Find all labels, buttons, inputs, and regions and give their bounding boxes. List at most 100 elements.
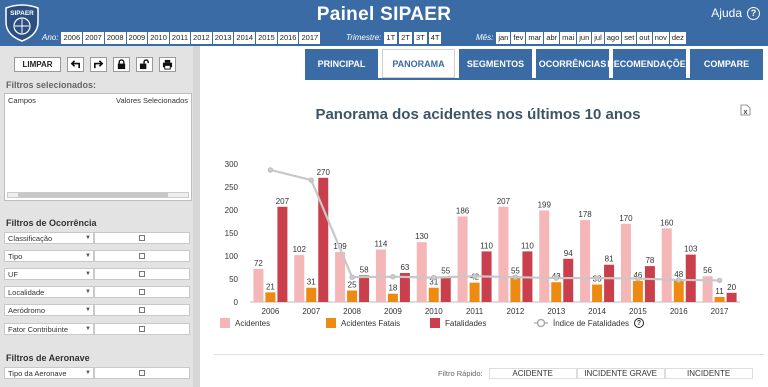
- filter-checkbox[interactable]: [139, 326, 145, 332]
- bar-fatalidades: [685, 254, 696, 302]
- year-chip[interactable]: 2011: [169, 31, 191, 44]
- data-label: 103: [684, 245, 698, 254]
- year-chip[interactable]: 2015: [256, 31, 277, 44]
- year-chip[interactable]: 2006: [61, 31, 83, 44]
- bar-acidentes: [620, 223, 631, 302]
- export-excel-icon[interactable]: [740, 104, 751, 116]
- quarter-chip[interactable]: 4T: [428, 31, 442, 44]
- legend-swatch: [326, 318, 336, 328]
- filter-fator-contribuinte[interactable]: Fator Contribuinte ▼: [4, 323, 190, 335]
- year-filter: Ano: 2006 2007 2008 2009 2010 2011 2012 …: [42, 31, 321, 44]
- month-chip[interactable]: set: [622, 31, 637, 44]
- quick-filter-incidente[interactable]: INCIDENTE: [664, 368, 753, 379]
- month-chip[interactable]: nov: [652, 31, 669, 44]
- legend-line-marker: [534, 318, 548, 328]
- month-chip[interactable]: jul: [592, 31, 604, 44]
- filter-checkbox[interactable]: [139, 307, 145, 313]
- forward-icon[interactable]: [90, 57, 107, 72]
- data-label: 55: [441, 267, 450, 276]
- year-chip[interactable]: 2012: [191, 31, 212, 44]
- back-icon[interactable]: [67, 57, 84, 72]
- tab-segmentos[interactable]: SEGMENTOS: [459, 49, 532, 78]
- bar-acidentes: [498, 206, 509, 302]
- year-chip[interactable]: 2017: [299, 31, 321, 44]
- month-chip[interactable]: jan: [496, 31, 511, 44]
- legend-acidentes[interactable]: Acidentes: [220, 318, 270, 328]
- quick-filter-acidente[interactable]: ACIDENTE: [488, 368, 577, 379]
- filter-aerodromo[interactable]: Aeródromo ▼: [4, 304, 190, 316]
- month-chip[interactable]: abr: [544, 31, 560, 44]
- indice-point: [471, 273, 478, 279]
- unlock-icon[interactable]: [136, 57, 153, 72]
- tab-ocorrencias[interactable]: OCORRÊNCIAS: [536, 49, 609, 78]
- filter-tipo-aeronave[interactable]: Tipo da Aeronave ▼: [4, 367, 190, 379]
- bar-fatalidades: [440, 276, 451, 302]
- month-chip[interactable]: ago: [604, 31, 622, 44]
- data-label: 78: [645, 256, 654, 265]
- year-chip[interactable]: 2009: [126, 31, 148, 44]
- filter-localidade[interactable]: Localidade ▼: [4, 286, 190, 298]
- help-link[interactable]: Ajuda ?: [711, 6, 760, 20]
- filter-checkbox[interactable]: [139, 289, 145, 295]
- filter-checkbox[interactable]: [139, 370, 145, 376]
- clear-button[interactable]: LIMPAR: [14, 57, 61, 72]
- filter-classificacao[interactable]: Classificação ▼: [4, 232, 190, 244]
- print-icon[interactable]: [159, 57, 176, 72]
- year-chip[interactable]: 2008: [104, 31, 126, 44]
- quarter-chip[interactable]: 2T: [399, 31, 412, 44]
- month-chip[interactable]: fev: [511, 31, 526, 44]
- bar-fatalidades: [563, 258, 574, 302]
- data-label: 72: [254, 259, 263, 268]
- data-label: 207: [497, 197, 511, 206]
- month-chip[interactable]: jun: [577, 31, 592, 44]
- bar-acidentes: [661, 228, 672, 302]
- month-chip[interactable]: mai: [560, 31, 577, 44]
- horizontal-scrollbar[interactable]: [7, 192, 189, 198]
- month-chip[interactable]: mar: [526, 31, 544, 44]
- legend-indice-fatalidades[interactable]: Índice de Fatalidades ?: [534, 318, 645, 328]
- year-chip[interactable]: 2016: [277, 31, 299, 44]
- data-label: 178: [578, 210, 592, 219]
- year-chip[interactable]: 2007: [83, 31, 104, 44]
- quick-filter-incidente-grave[interactable]: INCIDENTE GRAVE: [576, 368, 665, 379]
- legend-acidentes-fatais[interactable]: Acidentes Fatais: [326, 318, 400, 328]
- year-chip[interactable]: 2013: [212, 31, 234, 44]
- indice-point: [716, 277, 723, 284]
- quarter-chip[interactable]: 3T: [413, 31, 427, 44]
- tab-principal[interactable]: PRINCIPAL: [305, 49, 378, 78]
- quarter-label: Trimestre:: [346, 33, 382, 42]
- caret-down-icon: ▼: [85, 253, 91, 259]
- caret-down-icon: ▼: [85, 235, 91, 241]
- quarter-filter: Trimestre: 1T 2T 3T 4T: [346, 31, 443, 44]
- year-chip[interactable]: 2014: [234, 31, 256, 44]
- year-label: Ano:: [42, 33, 59, 42]
- app-title: Painel SIPAER: [316, 4, 452, 25]
- month-chip[interactable]: dez: [669, 31, 686, 44]
- tab-panorama[interactable]: PANORAMA: [382, 49, 455, 78]
- y-tick-label: 150: [225, 229, 239, 238]
- filter-checkbox[interactable]: [139, 271, 145, 277]
- y-tick-label: 200: [225, 206, 239, 215]
- info-icon[interactable]: ?: [634, 318, 645, 328]
- indice-point: [594, 275, 600, 281]
- x-tick-label: 2014: [588, 307, 606, 316]
- year-chip[interactable]: 2010: [148, 31, 169, 44]
- data-label: 110: [521, 241, 534, 250]
- filter-uf[interactable]: UF ▼: [4, 268, 190, 280]
- filter-checkbox[interactable]: [139, 253, 145, 259]
- filter-label: Fator Contribuinte: [8, 324, 69, 334]
- tab-recomendacoes[interactable]: RECOMENDAÇÕES: [607, 49, 692, 78]
- legend-fatalidades[interactable]: Fatalidades: [430, 318, 486, 328]
- quarter-chip[interactable]: 1T: [384, 31, 398, 44]
- bar-fatais: [469, 282, 480, 302]
- data-label: 25: [348, 281, 357, 290]
- bar-fatais: [673, 279, 684, 302]
- indice-point: [349, 274, 355, 280]
- filter-checkbox[interactable]: [139, 235, 145, 241]
- month-chip[interactable]: out: [637, 31, 652, 44]
- tab-compare[interactable]: COMPARE: [690, 49, 763, 78]
- filter-tipo[interactable]: Tipo ▼: [4, 250, 190, 262]
- lock-icon[interactable]: [113, 57, 130, 72]
- bar-fatalidades: [726, 292, 737, 302]
- panel-scrollbar[interactable]: [193, 46, 200, 387]
